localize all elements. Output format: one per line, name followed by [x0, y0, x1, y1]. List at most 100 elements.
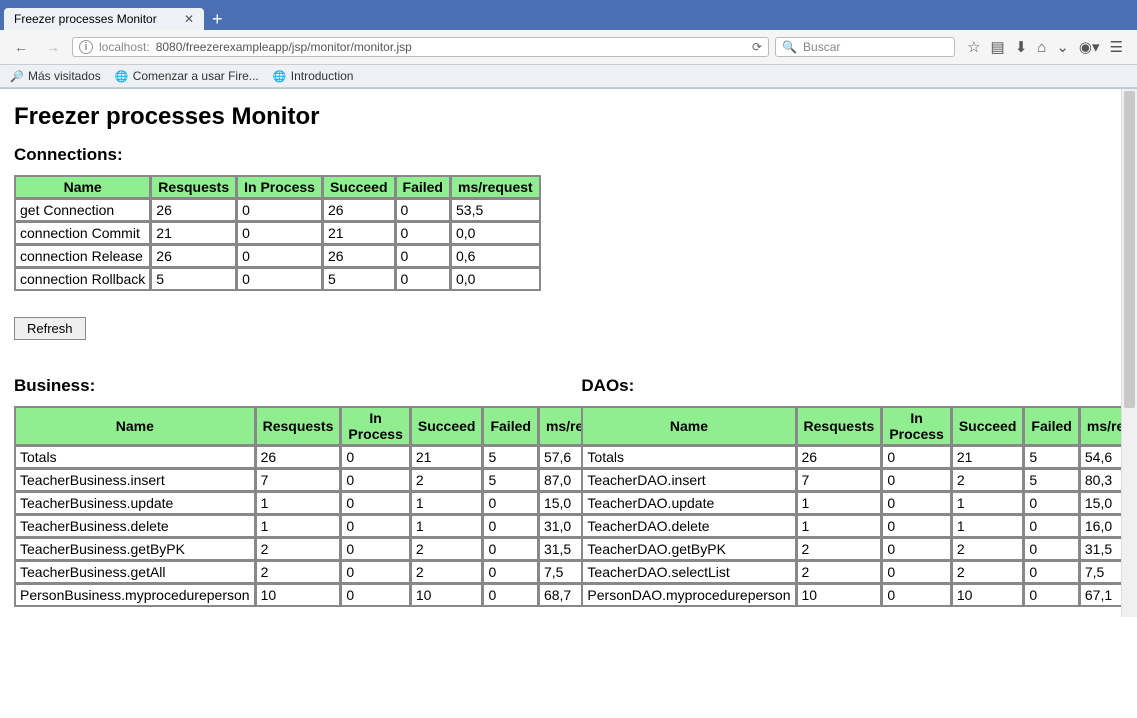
cell-fail: 0 — [396, 222, 450, 244]
cell-fail: 5 — [483, 446, 537, 468]
cell-name: Totals — [582, 446, 795, 468]
downloads-icon[interactable]: ⬇ — [1015, 38, 1028, 56]
table-row: get Connection26026053,5 — [15, 199, 540, 221]
cell-req: 2 — [256, 561, 341, 583]
cell-succ: 2 — [411, 538, 483, 560]
url-bar[interactable]: i localhost:8080/freezerexampleapp/jsp/m… — [72, 37, 769, 57]
scrollbar[interactable] — [1121, 89, 1137, 617]
cell-fail: 0 — [1024, 561, 1078, 583]
close-icon[interactable]: ✕ — [184, 12, 194, 26]
col-failed: Failed — [396, 176, 450, 198]
cell-inproc: 0 — [341, 538, 409, 560]
col-requests: Resquests — [256, 407, 341, 445]
table-row: connection Release2602600,6 — [15, 245, 540, 267]
col-succeed: Succeed — [323, 176, 395, 198]
tab-title: Freezer processes Monitor — [14, 12, 176, 26]
daos-table: Name Resquests In Process Succeed Failed… — [581, 406, 1137, 607]
menu-icon[interactable]: ☰ — [1110, 38, 1123, 56]
col-requests: Resquests — [797, 407, 882, 445]
browser-chrome: Freezer processes Monitor ✕ + ← → i loca… — [0, 0, 1137, 89]
table-row: TeacherDAO.delete101016,0 — [582, 515, 1137, 537]
pocket-icon[interactable]: ⌄ — [1056, 38, 1069, 56]
table-row: TeacherBusiness.delete101031,0 — [15, 515, 628, 537]
col-succeed: Succeed — [411, 407, 483, 445]
bookmark-label: Comenzar a usar Fire... — [133, 69, 259, 83]
cell-succ: 2 — [411, 561, 483, 583]
back-button[interactable]: ← — [8, 34, 34, 60]
browser-tab[interactable]: Freezer processes Monitor ✕ — [4, 8, 204, 30]
scrollbar-thumb[interactable] — [1124, 91, 1135, 408]
table-row: TeacherDAO.selectList20207,5 — [582, 561, 1137, 583]
cell-fail: 0 — [483, 492, 537, 514]
cell-ms: 53,5 — [451, 199, 540, 221]
cell-fail: 0 — [1024, 538, 1078, 560]
cell-fail: 0 — [396, 199, 450, 221]
cell-name: TeacherDAO.selectList — [582, 561, 795, 583]
bookmark-start-firefox[interactable]: 🌐 Comenzar a usar Fire... — [115, 69, 259, 83]
cell-fail: 0 — [483, 515, 537, 537]
info-icon[interactable]: i — [79, 40, 93, 54]
new-tab-button[interactable]: + — [204, 9, 231, 30]
bookmark-introduction[interactable]: 🌐Introduction — [273, 69, 354, 83]
cell-succ: 2 — [952, 538, 1024, 560]
cell-inproc: 0 — [882, 584, 950, 606]
globe-icon: 🌐 — [273, 69, 287, 83]
search-box[interactable]: 🔍 Buscar — [775, 37, 955, 57]
cell-req: 1 — [797, 515, 882, 537]
cell-name: PersonBusiness.myprocedureperson — [15, 584, 255, 606]
business-heading: Business: — [14, 376, 557, 396]
cell-succ: 1 — [952, 492, 1024, 514]
table-row: TeacherDAO.insert702580,3 — [582, 469, 1137, 491]
cell-fail: 0 — [1024, 492, 1078, 514]
cell-req: 10 — [256, 584, 341, 606]
cell-succ: 1 — [952, 515, 1024, 537]
col-failed: Failed — [1024, 407, 1078, 445]
cell-inproc: 0 — [341, 515, 409, 537]
cell-req: 7 — [797, 469, 882, 491]
forward-button[interactable]: → — [40, 34, 66, 60]
cell-succ: 21 — [952, 446, 1024, 468]
business-body: Totals26021557,6TeacherBusiness.insert70… — [15, 446, 628, 606]
cell-name: get Connection — [15, 199, 150, 221]
cell-fail: 0 — [396, 268, 450, 290]
home-icon[interactable]: ⌂ — [1037, 39, 1046, 56]
table-header-row: Name Resquests In Process Succeed Failed… — [15, 176, 540, 198]
daos-heading: DAOs: — [581, 376, 1124, 396]
bookmarks-bar: 🔎Más visitados 🌐Comenzar a usar Fire... … — [0, 65, 1137, 88]
cell-inproc: 0 — [882, 492, 950, 514]
col-name: Name — [582, 407, 795, 445]
library-icon[interactable]: ▤ — [991, 38, 1005, 56]
bookmark-star-icon[interactable]: ☆ — [967, 38, 980, 56]
cell-inproc: 0 — [341, 446, 409, 468]
cell-req: 7 — [256, 469, 341, 491]
table-row: TeacherBusiness.update101015,0 — [15, 492, 628, 514]
globe-icon: 🌐 — [115, 69, 129, 83]
cell-fail: 0 — [396, 245, 450, 267]
cell-ms: 0,0 — [451, 222, 540, 244]
table-row: connection Commit2102100,0 — [15, 222, 540, 244]
cell-inproc: 0 — [341, 469, 409, 491]
cell-succ: 21 — [323, 222, 395, 244]
cell-name: TeacherDAO.getByPK — [582, 538, 795, 560]
cell-ms: 0,6 — [451, 245, 540, 267]
reload-icon[interactable]: ⟳ — [752, 40, 762, 54]
cell-name: TeacherDAO.insert — [582, 469, 795, 491]
daos-column: DAOs: Name Resquests In Process Succeed … — [581, 366, 1124, 607]
cell-name: PersonDAO.myprocedureperson — [582, 584, 795, 606]
table-header-row: Name Resquests In Process Succeed Failed… — [15, 407, 628, 445]
cell-req: 26 — [151, 199, 236, 221]
cell-name: connection Rollback — [15, 268, 150, 290]
cell-ms: 0,0 — [451, 268, 540, 290]
cell-inproc: 0 — [882, 446, 950, 468]
col-inprocess: In Process — [882, 407, 950, 445]
cell-name: connection Commit — [15, 222, 150, 244]
cell-fail: 5 — [1024, 469, 1078, 491]
table-row: PersonDAO.myprocedureperson10010067,1 — [582, 584, 1137, 606]
cell-req: 1 — [256, 492, 341, 514]
cell-fail: 0 — [483, 584, 537, 606]
profile-icon[interactable]: ◉▾ — [1079, 38, 1100, 56]
refresh-button[interactable]: Refresh — [14, 317, 86, 340]
cell-inproc: 0 — [237, 245, 322, 267]
bookmark-most-visited[interactable]: 🔎Más visitados — [10, 69, 101, 83]
col-name: Name — [15, 407, 255, 445]
